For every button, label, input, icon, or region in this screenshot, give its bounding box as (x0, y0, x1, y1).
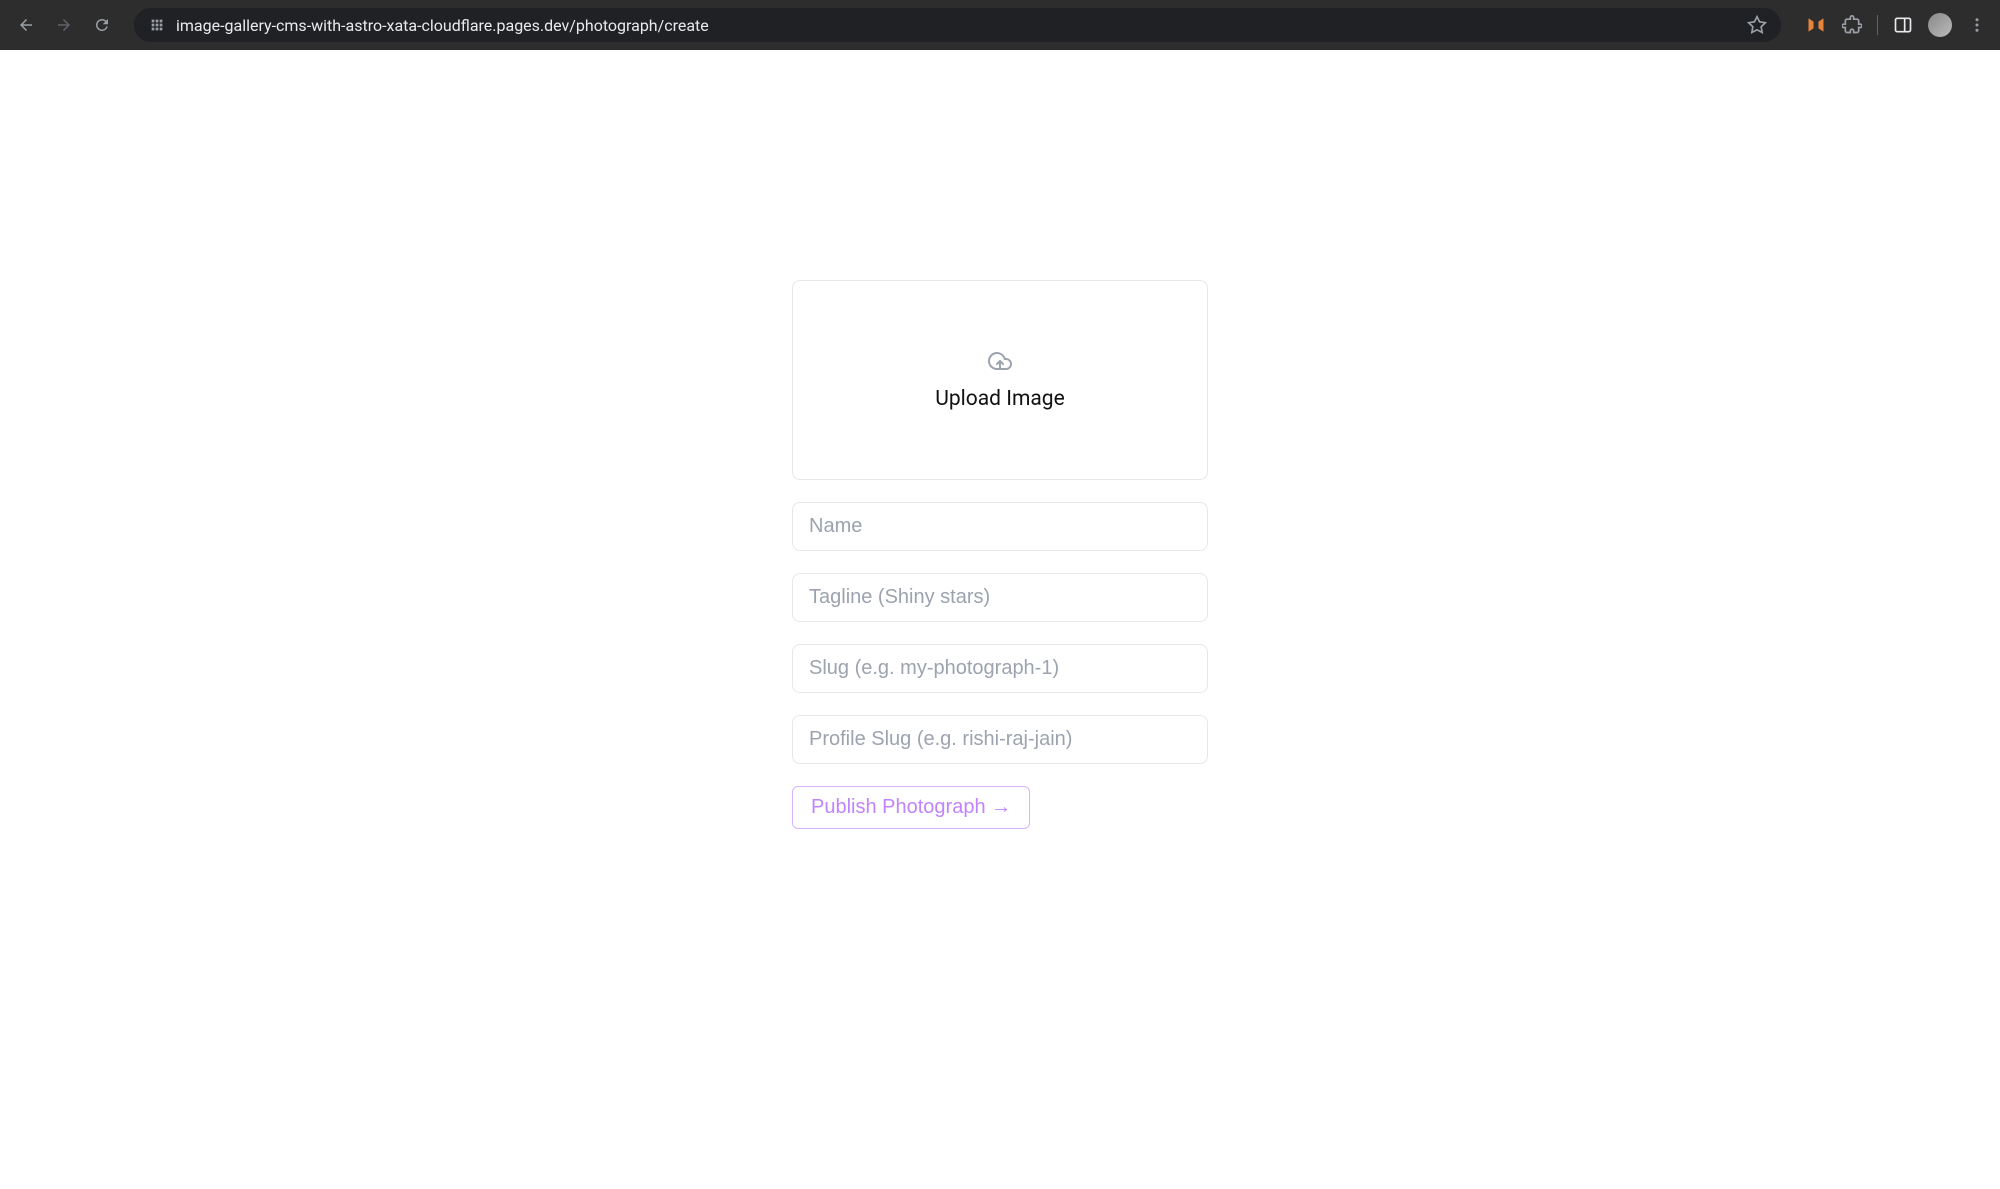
address-bar[interactable]: image-gallery-cms-with-astro-xata-cloudf… (134, 8, 1781, 42)
bookmark-star-icon[interactable] (1747, 15, 1767, 35)
slug-input[interactable] (792, 644, 1208, 693)
side-panel-icon[interactable] (1892, 14, 1914, 36)
toolbar-divider (1877, 15, 1878, 35)
upload-label: Upload Image (935, 387, 1064, 411)
extensions-icon[interactable] (1841, 14, 1863, 36)
reload-button[interactable] (88, 11, 116, 39)
tagline-input[interactable] (792, 573, 1208, 622)
back-button[interactable] (12, 11, 40, 39)
site-info-icon[interactable] (148, 16, 166, 34)
publish-button-label: Publish Photograph → (811, 796, 1011, 819)
cloud-upload-icon (985, 349, 1015, 377)
upload-image-dropzone[interactable]: Upload Image (792, 280, 1208, 480)
name-input[interactable] (792, 502, 1208, 551)
profile-slug-input[interactable] (792, 715, 1208, 764)
browser-toolbar: image-gallery-cms-with-astro-xata-cloudf… (0, 0, 2000, 50)
profile-avatar[interactable] (1928, 13, 1952, 37)
create-photograph-form: Upload Image Publish Photograph → (792, 280, 1208, 1189)
forward-button[interactable] (50, 11, 78, 39)
extension-metamask-icon[interactable] (1805, 14, 1827, 36)
page-content: Upload Image Publish Photograph → (0, 50, 2000, 1189)
menu-icon[interactable] (1966, 14, 1988, 36)
url-text: image-gallery-cms-with-astro-xata-cloudf… (176, 16, 1737, 35)
browser-right-icons (1799, 13, 1988, 37)
publish-button[interactable]: Publish Photograph → (792, 786, 1030, 829)
